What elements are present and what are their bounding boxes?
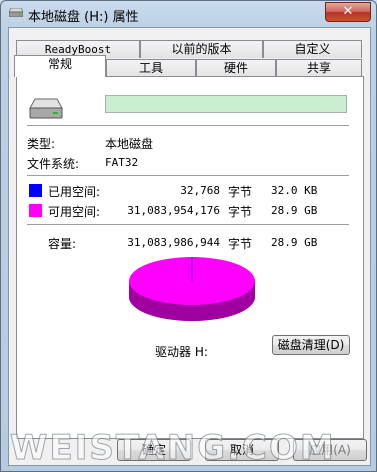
used-space-swatch: [29, 184, 42, 197]
close-button[interactable]: ✕: [325, 2, 371, 22]
tab-previous-versions[interactable]: 以前的版本: [140, 40, 263, 58]
free-space-bytes: 31,083,954,176: [127, 204, 220, 217]
properties-window: 本地磁盘 (H:) 属性 ✕ ReadyBoost 以前的版本 自定义 常规 工…: [0, 0, 377, 472]
type-label: 类型:: [27, 137, 56, 151]
used-space-label: 已用空间:: [48, 185, 101, 199]
window-title: 本地磁盘 (H:) 属性: [28, 10, 139, 25]
filesystem-label: 文件系统:: [27, 157, 80, 171]
capacity-label: 容量:: [48, 237, 77, 251]
tab-label: 自定义: [294, 42, 331, 56]
divider: [27, 224, 349, 225]
close-icon: ✕: [342, 4, 354, 19]
drive-name-input[interactable]: [105, 95, 347, 113]
disk-usage-pie: [129, 257, 255, 321]
tab-tools[interactable]: 工具: [106, 59, 196, 77]
used-space-bytes: 32,768: [180, 184, 220, 197]
drive-letter-label: 驱动器 H:: [155, 345, 208, 359]
disk-cleanup-button[interactable]: 磁盘清理(D): [272, 335, 350, 355]
title-bar[interactable]: 本地磁盘 (H:) 属性 ✕: [1, 1, 376, 27]
tab-general[interactable]: 常规: [14, 55, 106, 77]
cancel-button[interactable]: 取消: [205, 439, 279, 461]
capacity-bytes: 31,083,986,944: [127, 236, 220, 249]
divider: [27, 175, 349, 176]
tab-sharing[interactable]: 共享: [276, 59, 362, 77]
type-value: 本地磁盘: [105, 137, 154, 151]
free-space-swatch: [29, 204, 42, 217]
tab-label: 工具: [138, 61, 163, 75]
tab-hardware[interactable]: 硬件: [196, 59, 276, 77]
tab-label: 共享: [306, 61, 331, 75]
apply-button[interactable]: 应用(A): [293, 439, 367, 461]
capacity-size: 28.9 GB: [271, 236, 318, 249]
ok-button[interactable]: 确定: [117, 439, 191, 461]
capacity-unit: 字节: [228, 237, 253, 251]
divider: [27, 125, 349, 126]
filesystem-value: FAT32: [105, 156, 139, 169]
drive-icon: [29, 98, 63, 119]
tab-label: 常规: [47, 57, 72, 71]
free-space-label: 可用空间:: [48, 205, 101, 219]
tab-label: 以前的版本: [171, 42, 232, 56]
dialog-client: ReadyBoost 以前的版本 自定义 常规 工具 硬件 共享 类型: 本地磁…: [8, 27, 371, 466]
general-panel: 类型: 本地磁盘 文件系统: FAT32 已用空间: 32,768 字节 32.…: [16, 76, 364, 439]
free-space-size: 28.9 GB: [271, 204, 318, 217]
drive-icon: [9, 8, 23, 17]
tab-label: 硬件: [223, 61, 248, 75]
used-space-size: 32.0 KB: [271, 184, 318, 197]
free-space-unit: 字节: [228, 205, 253, 219]
used-space-unit: 字节: [228, 185, 253, 199]
tab-customize[interactable]: 自定义: [263, 40, 362, 58]
